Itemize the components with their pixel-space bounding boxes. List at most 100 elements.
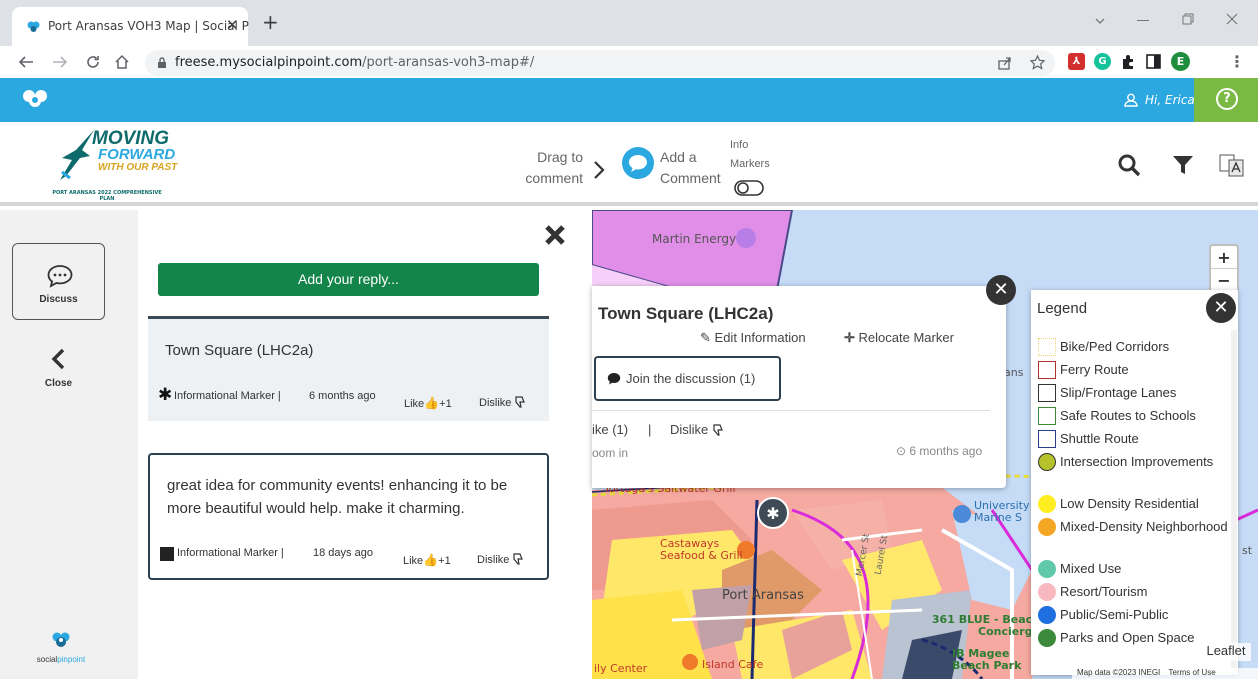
close-panel-button[interactable]: Close [12,344,105,396]
map-legend: Legend Bike/Ped Corridors Ferry Route Slip… [1031,290,1238,675]
site-favicon-icon [27,21,40,32]
url-host: freese.mysocialpinpoint.com [175,55,363,70]
thumbs-down-icon [515,396,526,408]
legend-swatch [1038,453,1056,471]
popup-separator: | [648,422,652,437]
side-panel-icon[interactable] [1146,54,1161,69]
join-discussion-label: Join the discussion (1) [626,371,756,386]
discuss-bubble-icon [47,265,73,288]
popup-dislike-button[interactable]: Dislike [670,422,724,437]
map-label-island-cafe: Island Cafe [702,658,764,671]
popup-divider [592,410,990,411]
add-comment-label[interactable]: Add a Comment [660,147,721,189]
logo-line-2: FORWARD [98,146,176,163]
minimize-icon[interactable] [1137,12,1149,21]
close-label: Close [44,378,73,389]
help-icon: ? [1216,88,1238,110]
bookmark-star-icon[interactable] [1030,55,1045,70]
comment-card: great idea for community events! enhanci… [148,453,549,580]
dislike-button[interactable]: Dislike [479,396,526,409]
legend-item-label: Bike/Ped Corridors [1060,339,1170,354]
close-popup-icon[interactable]: ✕ [986,275,1016,305]
drag-to-comment-label[interactable]: Drag to comment [524,147,583,189]
legend-swatch [1038,430,1056,448]
info-line-1: Info [730,139,749,151]
info-markers-label: Info Markers [730,136,770,174]
add-line-2: Comment [660,170,721,186]
edit-label: Edit Information [714,330,806,345]
like-button[interactable]: Like👍+1 [403,553,451,567]
map-label-ib-magee: IB Magee Beach Park [952,647,1022,672]
leaflet-attribution[interactable]: Leaflet [1201,643,1251,661]
tab-close-icon[interactable]: ✕ [226,16,239,34]
legend-swatch [1038,384,1056,402]
logo-line-3: WITH OUR PAST [98,162,178,173]
extensions-puzzle-icon[interactable] [1120,53,1137,70]
grammarly-extension-icon[interactable]: G [1094,53,1111,70]
legend-swatch [1038,583,1056,601]
legend-swatch [1038,606,1056,624]
like-count: +1 [438,555,451,567]
chevron-right-icon [594,161,605,179]
thumbs-up-icon: 👍 [423,553,439,567]
edit-information-link[interactable]: ✎ Edit Information [700,330,806,346]
discuss-button[interactable]: Discuss [12,243,105,320]
zoom-in-link[interactable]: oom in [592,446,628,460]
restore-icon[interactable] [1182,13,1194,25]
search-icon[interactable] [1117,153,1141,177]
home-icon[interactable] [114,54,130,70]
logo-wordmark: MOVING FORWARD WITH OUR PAST [92,129,178,173]
dark-marker-icon [160,547,174,561]
legend-swatch [1038,361,1056,379]
popup-like-count[interactable]: ike (1) [592,422,628,437]
popup-dislike-label: Dislike [670,422,709,437]
legend-swatch [1038,629,1056,647]
like-label: Like [403,555,424,567]
reload-icon[interactable] [85,54,101,70]
popup-title: Town Square (LHC2a) [598,304,774,323]
map-label-castaways: Castaways Seafood & Grill [660,537,743,562]
social-pinpoint-logo-icon[interactable] [22,88,48,110]
profile-avatar[interactable]: E [1171,52,1190,71]
pdf-extension-icon[interactable]: ⅄ [1068,53,1085,70]
map-label-university: University Marine S [974,499,1030,524]
close-discussion-icon[interactable] [544,224,566,246]
filter-icon[interactable] [1172,154,1194,176]
address-bar[interactable]: freese.mysocialpinpoint.com/port-aransas… [145,50,1055,76]
relocate-marker-link[interactable]: ✛ Relocate Marker [844,330,954,346]
discuss-label: Discuss [39,294,78,305]
clock-icon: ⊙ [896,444,907,458]
legend-item-label: Slip/Frontage Lanes [1060,385,1177,400]
user-icon[interactable] [1124,93,1138,107]
legend-scrollbar[interactable] [1231,330,1237,675]
info-markers-toggle[interactable] [734,180,764,196]
close-legend-icon[interactable]: ✕ [1206,293,1236,323]
back-icon[interactable] [18,55,34,69]
zoom-in-button[interactable]: + [1211,246,1237,269]
translate-icon[interactable] [1219,152,1245,178]
add-reply-button[interactable]: Add your reply... [158,263,539,296]
browser-tab[interactable]: Port Aransas VOH3 Map | Social P ✕ [12,7,249,46]
forward-icon[interactable] [52,55,68,69]
dislike-button[interactable]: Dislike [477,553,524,566]
add-line-1: Add a [660,149,697,165]
browser-tab-strip: Port Aransas VOH3 Map | Social P ✕ + [0,0,1258,46]
terms-of-use-link[interactable]: Terms of Use [1163,668,1216,677]
help-button[interactable]: ? [1194,78,1258,122]
join-discussion-button[interactable]: Join the discussion (1) [594,356,781,401]
browser-menu-icon[interactable]: ⋮ [1229,52,1245,71]
marker-type: Informational Marker | [174,390,281,402]
share-icon[interactable] [998,56,1012,70]
legend-item-label: Resort/Tourism [1060,584,1148,599]
new-tab-button[interactable]: + [262,12,279,32]
tab-title: Port Aransas VOH3 Map | Social P [48,19,249,33]
logo-subtitle: PORT ARANSAS 2022 COMPREHENSIVE PLAN [52,190,162,202]
window-close-icon[interactable] [1226,13,1238,25]
add-comment-bubble-icon[interactable] [622,147,654,179]
zoom-out-button[interactable]: − [1211,269,1237,292]
url-text: freese.mysocialpinpoint.com/port-aransas… [175,55,534,70]
tab-search-icon[interactable] [1094,16,1106,26]
user-greeting[interactable]: Hi, Erica [1145,93,1195,107]
lock-icon[interactable] [157,57,167,69]
like-button[interactable]: Like👍+1 [404,396,452,410]
